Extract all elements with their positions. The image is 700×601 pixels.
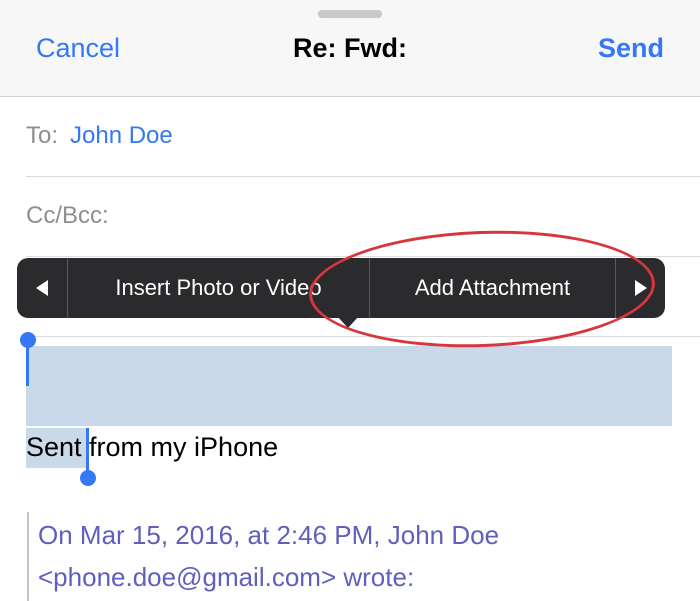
selection-start-handle[interactable] [20,332,36,348]
to-label: To: [26,122,59,149]
selected-word: Sent [26,432,82,462]
subject-title: Re: Fwd: [293,33,407,63]
signature-line[interactable]: Sent from my iPhone [26,432,278,463]
to-field-row[interactable]: To: John Doe [26,96,700,177]
send-button[interactable]: Send [598,33,664,64]
cc-bcc-label: Cc/Bcc: [26,202,109,229]
quote-bar [27,512,29,601]
to-recipient[interactable]: John Doe [70,122,173,150]
selection-start-line [26,344,29,386]
right-triangle-icon [634,280,647,296]
cc-bcc-field-row[interactable]: Cc/Bcc: [26,176,700,257]
selection-end-handle[interactable] [80,470,96,486]
sheet-grabber[interactable] [318,10,382,18]
quote-line-1: On Mar 15, 2016, at 2:46 PM, John Doe [38,520,500,550]
popover-prev-button[interactable] [17,258,68,318]
edit-popover-menu: Insert Photo or Video Add Attachment [17,258,665,318]
quoted-header: On Mar 15, 2016, at 2:46 PM, John Doe <p… [38,514,499,598]
left-triangle-icon [36,280,48,296]
insert-photo-video-item[interactable]: Insert Photo or Video [68,258,370,318]
add-attachment-item[interactable]: Add Attachment [370,258,616,318]
selection-end-line [86,428,89,472]
quote-line-2: <phone.doe@gmail.com> wrote: [38,562,415,592]
signature-text: from my iPhone [81,432,279,462]
popover-pointer [337,316,359,328]
text-selection-highlight [26,346,672,426]
compose-sheet: Cancel Re: Fwd: Send To: John Doe Cc/Bcc… [0,0,700,601]
field-divider [26,336,700,337]
popover-next-button[interactable] [616,258,665,318]
compose-header: Cancel Re: Fwd: Send [0,0,700,97]
